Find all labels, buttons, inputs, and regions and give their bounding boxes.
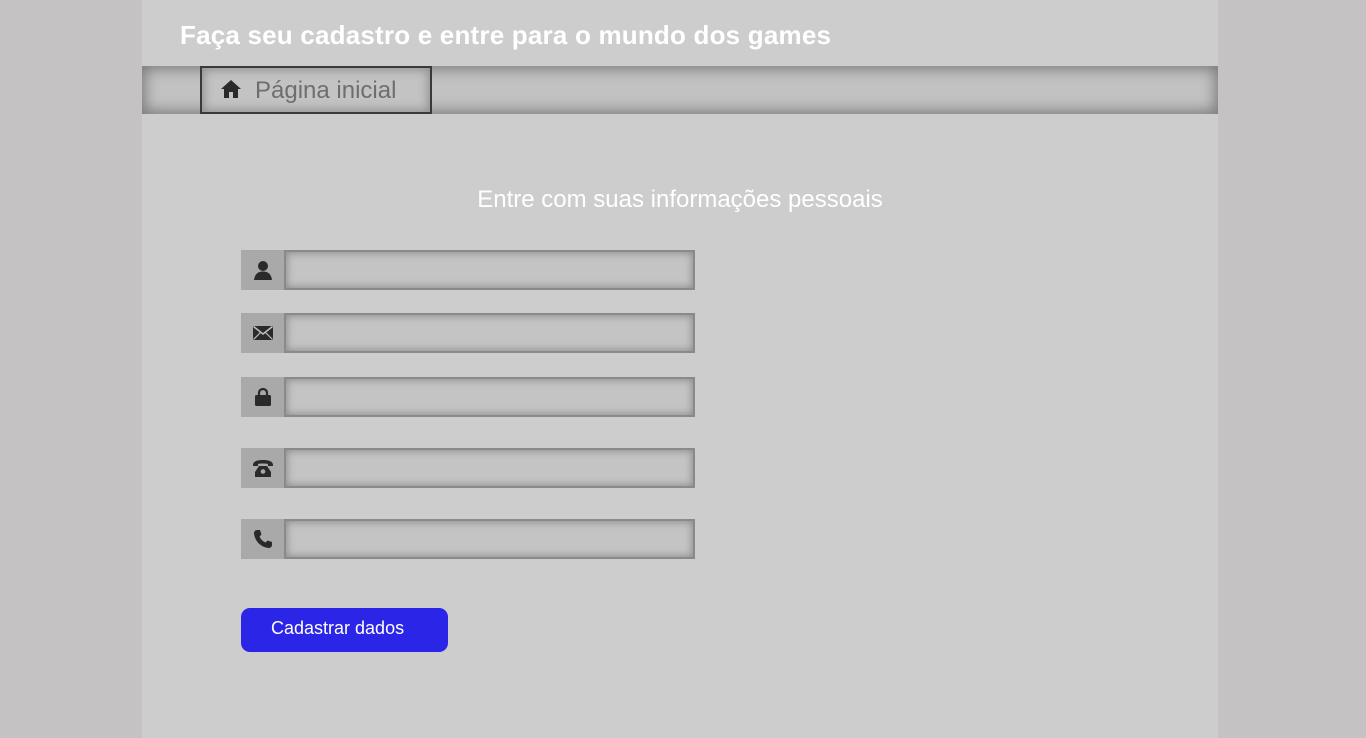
telephone-field-group (241, 448, 695, 488)
form-heading-text: Entre com suas informações pessoais (477, 186, 883, 213)
navigation-bar: Página inicial (142, 66, 1218, 114)
name-input[interactable] (284, 250, 695, 290)
page-title: Faça seu cadastro e entre para o mundo d… (180, 20, 832, 50)
name-field-group (241, 250, 695, 290)
nav-home-link[interactable]: Página inicial (200, 66, 432, 114)
user-icon (254, 261, 272, 280)
lock-icon (255, 387, 271, 406)
page-container: Faça seu cadastro e entre para o mundo d… (142, 0, 1218, 738)
mobile-field-group (241, 519, 695, 559)
telephone-field-icon-box (241, 448, 284, 488)
mobile-field-icon-box (241, 519, 284, 559)
home-icon (220, 78, 242, 100)
email-input[interactable] (284, 313, 695, 353)
name-field-icon-box (241, 250, 284, 290)
mobile-input[interactable] (284, 519, 695, 559)
email-field-icon-box (241, 313, 284, 353)
email-field-group (241, 313, 695, 353)
password-field-group (241, 377, 695, 417)
form-heading: Entre com suas informações pessoais (142, 186, 1218, 214)
phone-handset-icon (254, 530, 272, 548)
password-input[interactable] (284, 377, 695, 417)
password-field-icon-box (241, 377, 284, 417)
nav-home-label: Página inicial (255, 77, 397, 104)
envelope-icon (253, 325, 273, 340)
telephone-icon (253, 460, 273, 477)
submit-button[interactable]: Cadastrar dados (241, 608, 448, 652)
telephone-input[interactable] (284, 448, 695, 488)
